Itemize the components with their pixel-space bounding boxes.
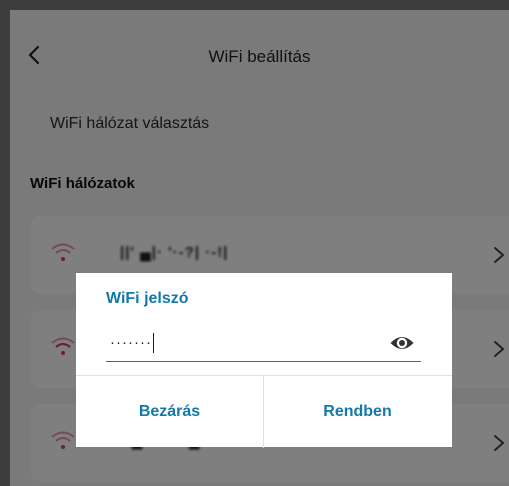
dialog-title: WiFi jelszó [106,290,189,307]
wifi-password-dialog: WiFi jelszó ······· Bezárás Rendben [76,273,452,448]
password-input-value[interactable]: ······· [110,333,155,353]
ok-button[interactable]: Rendben [264,376,451,448]
password-field[interactable]: ······· [106,329,421,362]
text-caret [152,333,155,353]
show-password-eye-icon[interactable] [389,330,415,356]
close-button[interactable]: Bezárás [76,376,264,448]
dialog-button-row: Bezárás Rendben [76,375,452,448]
